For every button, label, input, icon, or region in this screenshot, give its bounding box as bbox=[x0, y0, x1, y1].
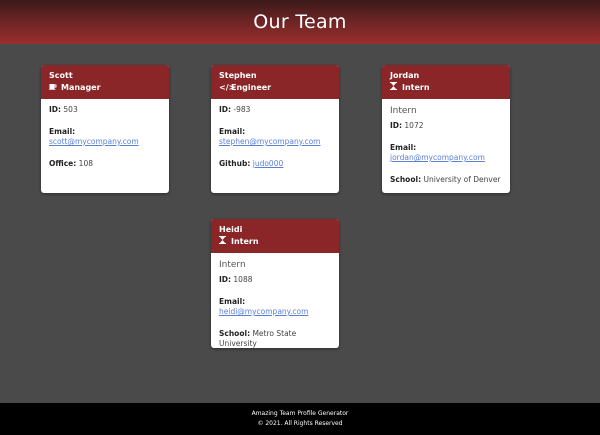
email-label: Email: bbox=[219, 127, 246, 136]
card-role-label: Intern bbox=[231, 237, 259, 246]
email-link[interactable]: stephen@mycompany.com bbox=[219, 137, 321, 146]
card-name: Stephen bbox=[219, 71, 257, 80]
email-link[interactable]: scott@mycompany.com bbox=[49, 137, 139, 146]
card-role-label: Manager bbox=[61, 83, 101, 92]
card-name: Heidi bbox=[219, 225, 243, 234]
office-label: Office: bbox=[49, 159, 77, 168]
team-card-scott: Scott Manager ID: 503 Email: scott@mycom… bbox=[41, 65, 169, 193]
team-card-jordan: Jordan Intern Intern ID: 1072 Email: jor… bbox=[382, 65, 510, 193]
github-row: Github: judo000 bbox=[219, 159, 331, 169]
card-role-label: Engineer bbox=[231, 83, 272, 92]
school-label: School: bbox=[390, 175, 422, 184]
id-value: 1088 bbox=[233, 275, 253, 284]
team-card-stephen: Stephen </> Engineer ID: -983 Email: ste… bbox=[211, 65, 339, 193]
id-label: ID: bbox=[49, 105, 62, 114]
footer-title: Amazing Team Profile Generator bbox=[251, 410, 349, 417]
email-row: Email: scott@mycompany.com bbox=[49, 127, 161, 147]
page-footer: Amazing Team Profile Generator © 2021. A… bbox=[0, 403, 600, 435]
card-role: Intern bbox=[390, 81, 502, 94]
id-label: ID: bbox=[390, 121, 403, 130]
email-row: Email: stephen@mycompany.com bbox=[219, 127, 331, 147]
card-subtitle: Intern bbox=[390, 106, 417, 116]
id-row: ID: 503 bbox=[49, 105, 161, 115]
card-role: Manager bbox=[49, 81, 161, 94]
email-label: Email: bbox=[219, 297, 246, 306]
id-row: ID: 1072 bbox=[390, 121, 502, 131]
email-row: Email: heidi@mycompany.com bbox=[219, 297, 331, 317]
card-subtitle: Intern bbox=[219, 260, 246, 270]
github-link[interactable]: judo000 bbox=[253, 159, 284, 168]
card-header: Scott Manager bbox=[41, 65, 169, 99]
card-name: Jordan bbox=[390, 71, 420, 80]
id-label: ID: bbox=[219, 275, 232, 284]
card-header: Jordan Intern bbox=[382, 65, 510, 99]
email-label: Email: bbox=[390, 143, 417, 152]
id-value: 503 bbox=[63, 105, 78, 114]
card-body: ID: -983 Email: stephen@mycompany.com Gi… bbox=[211, 99, 339, 189]
id-row: ID: -983 bbox=[219, 105, 331, 115]
id-row: ID: 1088 bbox=[219, 275, 331, 285]
hourglass-icon bbox=[390, 81, 400, 94]
office-value: 108 bbox=[78, 159, 93, 168]
card-header: Heidi Intern bbox=[211, 219, 339, 253]
card-name: Scott bbox=[49, 71, 73, 80]
card-body: Intern ID: 1088 Email: heidi@mycompany.c… bbox=[211, 253, 339, 369]
card-body: Intern ID: 1072 Email: jordan@mycompany.… bbox=[382, 99, 510, 193]
github-label: Github: bbox=[219, 159, 251, 168]
email-row: Email: jordan@mycompany.com bbox=[390, 143, 502, 163]
id-value: -983 bbox=[233, 105, 251, 114]
email-label: Email: bbox=[49, 127, 76, 136]
card-body: ID: 503 Email: scott@mycompany.com Offic… bbox=[41, 99, 169, 189]
card-role: </> Engineer bbox=[219, 81, 331, 94]
hourglass-icon bbox=[219, 235, 229, 248]
school-value: University of Denver bbox=[423, 175, 501, 184]
office-row: Office: 108 bbox=[49, 159, 161, 169]
school-row: School: Metro State University bbox=[219, 329, 314, 349]
email-link[interactable]: heidi@mycompany.com bbox=[219, 307, 308, 316]
id-value: 1072 bbox=[404, 121, 424, 130]
card-role-label: Intern bbox=[402, 83, 430, 92]
team-card-heidi: Heidi Intern Intern ID: 1088 Email: heid… bbox=[211, 219, 339, 348]
card-role: Intern bbox=[219, 235, 331, 248]
page-header: Our Team bbox=[0, 0, 600, 44]
card-header: Stephen </> Engineer bbox=[211, 65, 339, 99]
school-label: School: bbox=[219, 329, 251, 338]
footer-copyright: © 2021. All Rights Reserved bbox=[257, 420, 343, 427]
coffee-mug-icon bbox=[49, 81, 59, 94]
code-brackets-icon: </> bbox=[219, 83, 236, 92]
page-title: Our Team bbox=[253, 11, 347, 33]
email-link[interactable]: jordan@mycompany.com bbox=[390, 153, 485, 162]
school-row: School: University of Denver bbox=[390, 175, 502, 185]
id-label: ID: bbox=[219, 105, 232, 114]
